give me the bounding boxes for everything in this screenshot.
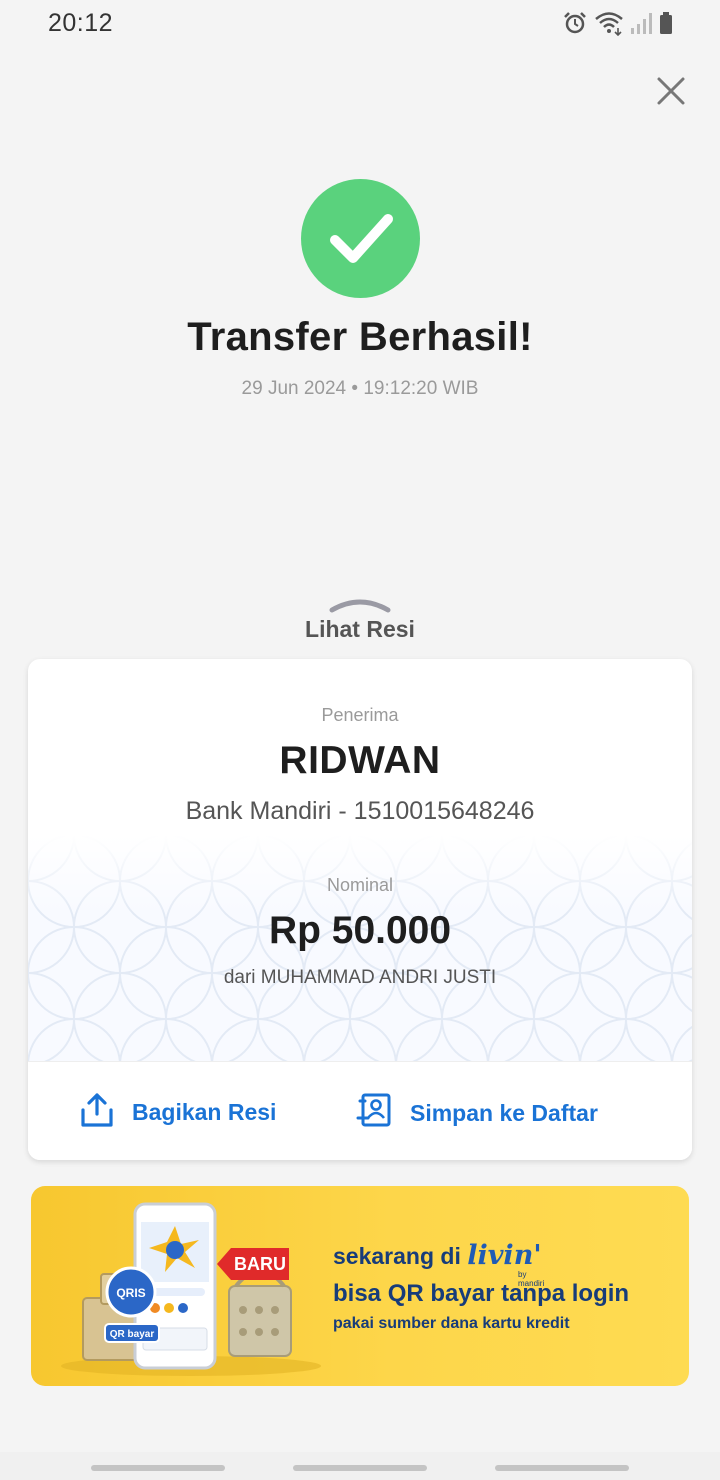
nav-back-button[interactable] xyxy=(495,1465,629,1471)
banner-line-2: bisa QR bayar tanpa login xyxy=(333,1280,630,1307)
status-time: 20:12 xyxy=(48,8,114,37)
banner-line-3: pakai sumber dana kartu kredit xyxy=(333,1315,570,1332)
banner-line-1: sekarang di livin' by mandiri xyxy=(333,1240,544,1288)
wifi-icon xyxy=(594,10,624,36)
system-nav-bar xyxy=(0,1452,720,1480)
qr-bayar-label: QR bayar xyxy=(110,1329,155,1340)
status-icons xyxy=(562,10,674,36)
promo-illustration: QRIS QR bayar BARU xyxy=(61,1202,321,1376)
nav-recent-button[interactable] xyxy=(91,1465,225,1471)
share-receipt-label: Bagikan Resi xyxy=(132,1099,277,1125)
save-to-list-button[interactable]: Simpan ke Daftar xyxy=(356,1092,598,1135)
transaction-datetime: 29 Jun 2024 • 19:12:20 WIB xyxy=(241,378,479,399)
add-contact-icon xyxy=(356,1092,392,1135)
new-badge: BARU xyxy=(234,1254,286,1274)
share-receipt-button[interactable]: Bagikan Resi xyxy=(80,1092,276,1133)
nav-home-button[interactable] xyxy=(293,1465,427,1471)
amount-value: Rp 50.000 xyxy=(268,909,452,952)
amount-label: Nominal xyxy=(326,875,394,895)
close-icon xyxy=(656,76,686,111)
view-receipt-label: Lihat Resi xyxy=(305,616,415,642)
receiver-name: RIDWAN xyxy=(279,739,441,782)
banner-line-1-prefix: sekarang di xyxy=(333,1243,461,1269)
signal-icon xyxy=(630,11,652,35)
receipt-card: Penerima RIDWAN Bank Mandiri - 151001564… xyxy=(28,659,692,1160)
promo-banner[interactable]: QRIS QR bayar BARU sekarang di livin' by… xyxy=(31,1186,689,1386)
alarm-icon xyxy=(562,10,588,36)
check-circle-icon xyxy=(301,179,420,298)
view-receipt-toggle[interactable]: Lihat Resi xyxy=(260,596,460,648)
close-button[interactable] xyxy=(650,72,692,114)
receiver-label: Penerima xyxy=(321,705,399,725)
qris-label: QRIS xyxy=(116,1286,145,1300)
battery-icon xyxy=(658,11,674,35)
receipt-actions: Bagikan Resi Simpan ke Daftar xyxy=(28,1061,692,1160)
sender-name: dari MUHAMMAD ANDRI JUSTI xyxy=(223,967,497,988)
share-icon xyxy=(80,1092,114,1133)
save-to-list-label: Simpan ke Daftar xyxy=(410,1100,598,1126)
livin-logo: livin' xyxy=(467,1240,542,1271)
status-bar: 20:12 xyxy=(0,0,720,46)
receiver-bank-account: Bank Mandiri - 1510015648246 xyxy=(185,797,535,825)
page-title: Transfer Berhasil! xyxy=(187,315,533,359)
